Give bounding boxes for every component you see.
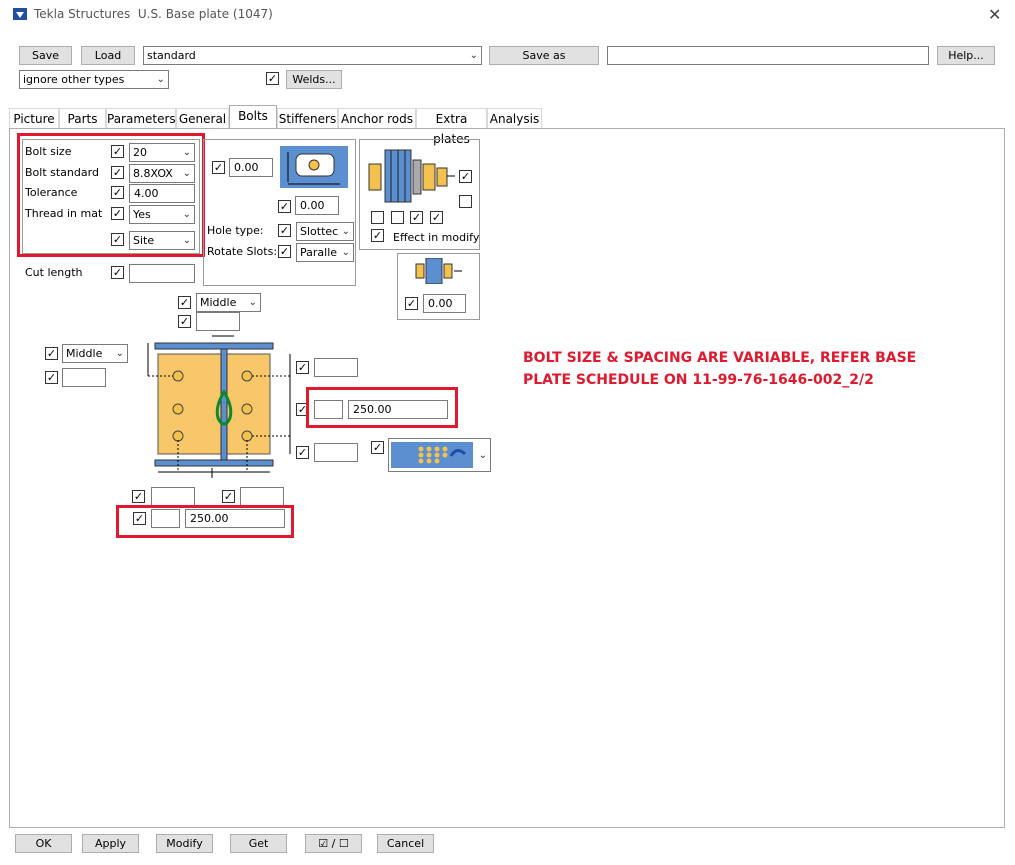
edge-bottom-input[interactable] (314, 443, 358, 462)
effect-washer2-checkbox[interactable] (391, 211, 404, 224)
edge-right-checkbox[interactable]: ✓ (222, 490, 235, 503)
save-as-name-input[interactable] (607, 46, 929, 65)
cancel-button[interactable]: Cancel (377, 834, 434, 853)
left-offset-input[interactable] (62, 368, 106, 387)
tab-analysis[interactable]: Analysis (487, 108, 542, 128)
edge-left-input[interactable] (151, 487, 195, 506)
top-position-checkbox[interactable]: ✓ (178, 296, 191, 309)
chevron-down-icon: ⌄ (341, 226, 350, 237)
top-offset-checkbox[interactable]: ✓ (178, 315, 191, 328)
toggle-checkboxes-button[interactable]: ☑ / ☐ (305, 834, 362, 853)
bolt-properties-highlight (17, 133, 205, 257)
effect-extra-nut-checkbox[interactable] (459, 195, 472, 208)
close-icon[interactable]: ✕ (988, 5, 1001, 24)
edge-right-input[interactable] (240, 487, 284, 506)
rotate-slots-value: Paralle (300, 246, 338, 259)
tekla-app-icon (13, 8, 27, 20)
bolt-offset-input[interactable]: 0.00 (423, 294, 466, 313)
save-as-button[interactable]: Save as (489, 46, 599, 65)
preset-value: standard (147, 49, 196, 62)
preset-select[interactable]: standard ⌄ (143, 46, 482, 65)
bolt-layout-diagram (147, 335, 291, 478)
left-offset-checkbox[interactable]: ✓ (45, 371, 58, 384)
bolt-pattern-select[interactable]: ⌄ (388, 438, 491, 472)
cut-length-input[interactable] (129, 264, 195, 283)
effect-nut2-checkbox[interactable]: ✓ (430, 211, 443, 224)
left-position-value: Middle (66, 347, 103, 360)
edge-top-input[interactable] (314, 358, 358, 377)
rotate-slots-select[interactable]: Paralle ⌄ (296, 243, 354, 262)
left-position-select[interactable]: Middle ⌄ (62, 344, 128, 363)
chevron-down-icon: ⌄ (341, 247, 350, 258)
chevron-down-icon: ⌄ (115, 348, 124, 359)
slot-x-input[interactable]: 0.00 (229, 158, 273, 177)
slot-y-input[interactable]: 0.00 (295, 196, 339, 215)
bolt-pattern-icon (391, 442, 473, 468)
welds-button[interactable]: Welds... (286, 70, 342, 89)
slot-y-checkbox[interactable]: ✓ (278, 200, 291, 213)
ok-button[interactable]: OK (15, 834, 72, 853)
bolt-pattern-checkbox[interactable]: ✓ (371, 441, 384, 454)
title-bar: Tekla Structures U.S. Base plate (1047) … (0, 0, 1015, 30)
annotation-line-2: PLATE SCHEDULE ON 11-99-76-1646-002_2/2 (523, 372, 874, 388)
slot-x-checkbox[interactable]: ✓ (212, 161, 225, 174)
bolt-offset-icon (415, 258, 462, 284)
effect-washer3-checkbox[interactable]: ✓ (410, 211, 423, 224)
chevron-down-icon: ⌄ (469, 50, 478, 61)
tab-picture[interactable]: Picture (9, 108, 59, 128)
filter-value: ignore other types (23, 73, 125, 86)
rotate-slots-checkbox[interactable]: ✓ (278, 245, 291, 258)
annotation-note: BOLT SIZE & SPACING ARE VARIABLE, REFER … (523, 347, 953, 391)
cut-length-label: Cut length (25, 266, 83, 279)
tab-parameters[interactable]: Parameters (106, 108, 176, 128)
tab-parts[interactable]: Parts (59, 108, 106, 128)
modify-button[interactable]: Modify (156, 834, 213, 853)
effect-nut-checkbox[interactable]: ✓ (459, 170, 472, 183)
window-title: Tekla Structures U.S. Base plate (1047) (34, 7, 273, 21)
tab-stiffeners[interactable]: Stiffeners (277, 108, 338, 128)
tab-general[interactable]: General (176, 108, 229, 128)
tab-anchor-rods[interactable]: Anchor rods (338, 108, 416, 128)
rotate-slots-label: Rotate Slots: (207, 245, 278, 258)
edge-left-checkbox[interactable]: ✓ (132, 490, 145, 503)
effect-in-modify-checkbox[interactable]: ✓ (371, 229, 384, 242)
annotation-line-1: BOLT SIZE & SPACING ARE VARIABLE, REFER … (523, 350, 917, 366)
bolt-assembly-icon (368, 149, 455, 203)
hole-type-checkbox[interactable]: ✓ (278, 224, 291, 237)
left-position-checkbox[interactable]: ✓ (45, 347, 58, 360)
save-button[interactable]: Save (19, 46, 72, 65)
cut-length-checkbox[interactable]: ✓ (111, 266, 124, 279)
hole-type-label: Hole type: (207, 224, 264, 237)
horizontal-spacing-highlight (116, 505, 294, 538)
effect-washer1-checkbox[interactable] (371, 211, 384, 224)
tab-extra-plates[interactable]: Extra plates (416, 108, 487, 146)
slotted-hole-icon (280, 146, 348, 188)
hole-type-select[interactable]: Slottec ⌄ (296, 222, 354, 241)
edge-top-checkbox[interactable]: ✓ (296, 361, 309, 374)
chevron-down-icon: ⌄ (156, 74, 165, 85)
vertical-spacing-highlight (306, 387, 458, 428)
chevron-down-icon: ⌄ (248, 297, 257, 308)
top-position-value: Middle (200, 296, 237, 309)
effect-in-modify-label: Effect in modify (393, 231, 480, 244)
get-button[interactable]: Get (230, 834, 287, 853)
chevron-down-icon: ⌄ (478, 450, 487, 461)
hole-type-value: Slottec (300, 225, 339, 238)
welds-checkbox[interactable]: ✓ (266, 72, 279, 85)
tab-bolts[interactable]: Bolts (229, 105, 277, 129)
filter-select[interactable]: ignore other types ⌄ (19, 70, 169, 89)
help-button[interactable]: Help... (937, 46, 995, 65)
bolt-offset-checkbox[interactable]: ✓ (405, 297, 418, 310)
edge-bottom-checkbox[interactable]: ✓ (296, 446, 309, 459)
apply-button[interactable]: Apply (82, 834, 139, 853)
load-button[interactable]: Load (81, 46, 135, 65)
top-offset-input[interactable] (196, 312, 240, 331)
top-position-select[interactable]: Middle ⌄ (196, 293, 261, 312)
